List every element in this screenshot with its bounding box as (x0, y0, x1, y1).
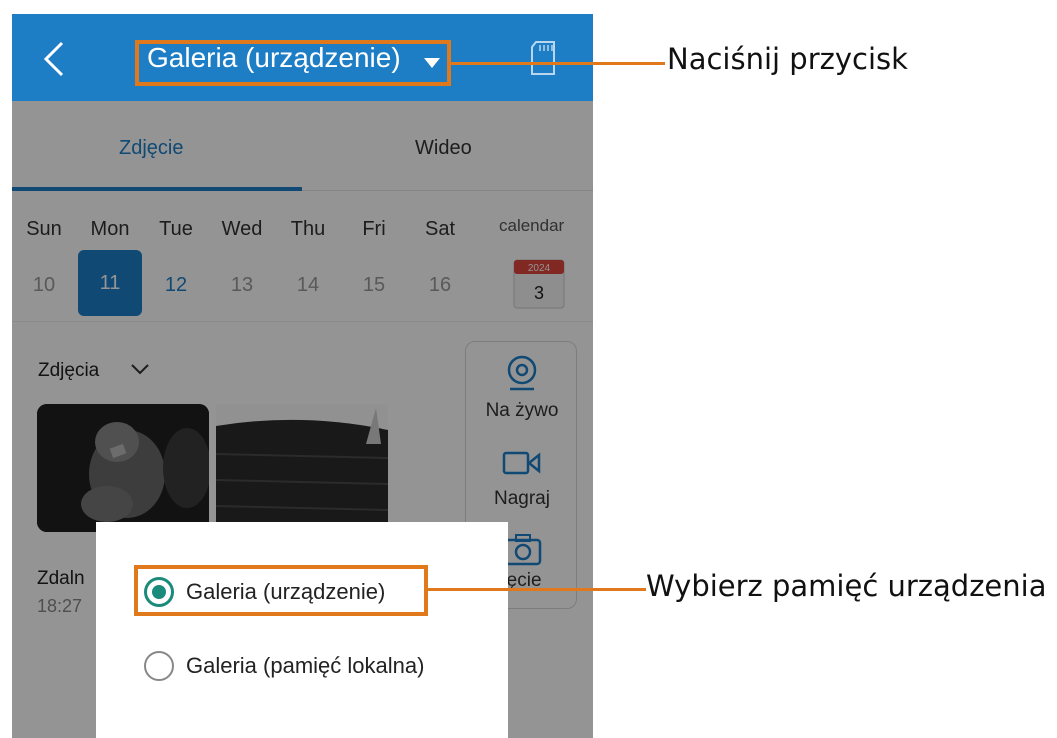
annotation-choose-memory: Wybierz pamięć urządzenia (646, 569, 1047, 603)
sd-card-icon[interactable] (528, 40, 558, 76)
back-arrow-icon[interactable] (40, 39, 70, 79)
option-label: Galeria (pamięć lokalna) (186, 653, 425, 678)
annotation-connector (428, 588, 646, 591)
annotation-connector (451, 62, 665, 65)
option-local-gallery[interactable]: Galeria (pamięć lokalna) (144, 646, 424, 686)
annotation-press-button: Naciśnij przycisk (667, 42, 908, 76)
option-highlight-box (134, 565, 428, 616)
storage-selection-popup: Galeria (urządzenie) Galeria (pamięć lok… (96, 522, 508, 738)
title-highlight-box (135, 40, 451, 86)
radio-unchecked-icon[interactable] (144, 651, 174, 681)
